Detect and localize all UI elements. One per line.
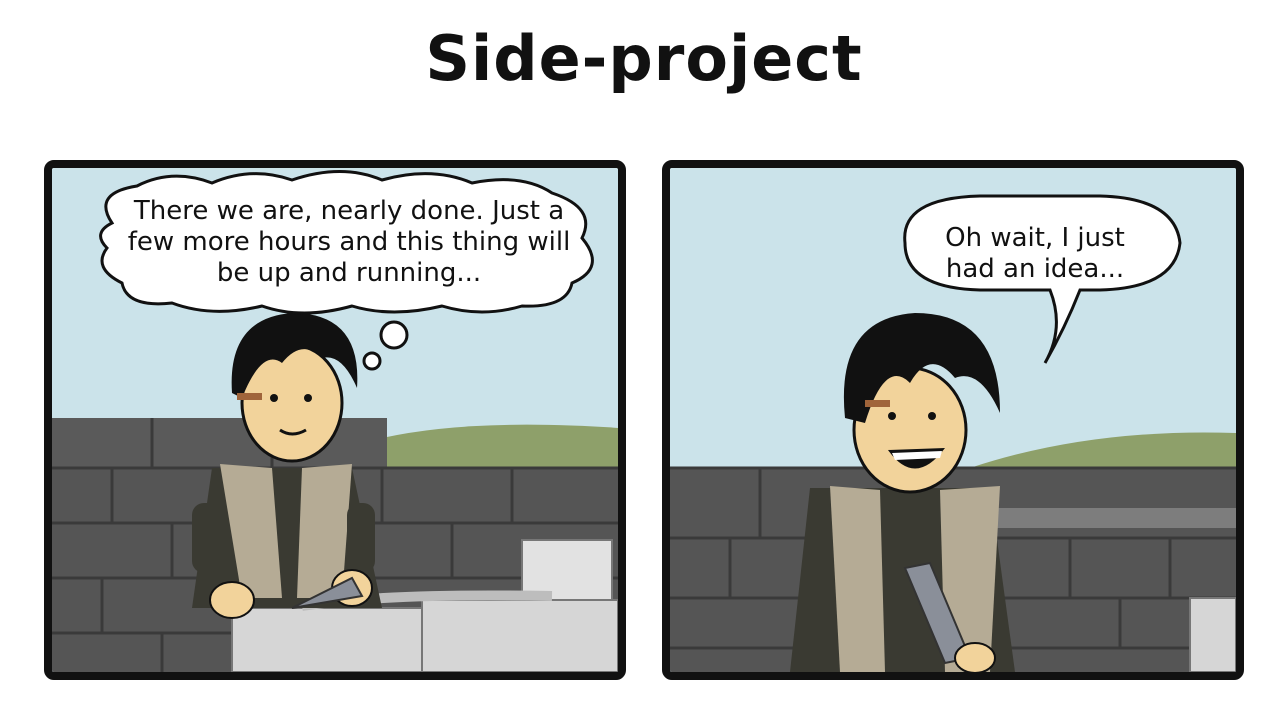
comic-title: Side-project (425, 22, 863, 95)
speech-bubble-text: Oh wait, I just had an idea... (945, 223, 1125, 284)
comic-panel-2: Oh wait, I just had an idea... (662, 160, 1244, 680)
thought-bubble-text: There we are, nearly done. Just a few mo… (127, 196, 571, 288)
comic-panel-1: There we are, nearly done. Just a few mo… (44, 160, 626, 680)
